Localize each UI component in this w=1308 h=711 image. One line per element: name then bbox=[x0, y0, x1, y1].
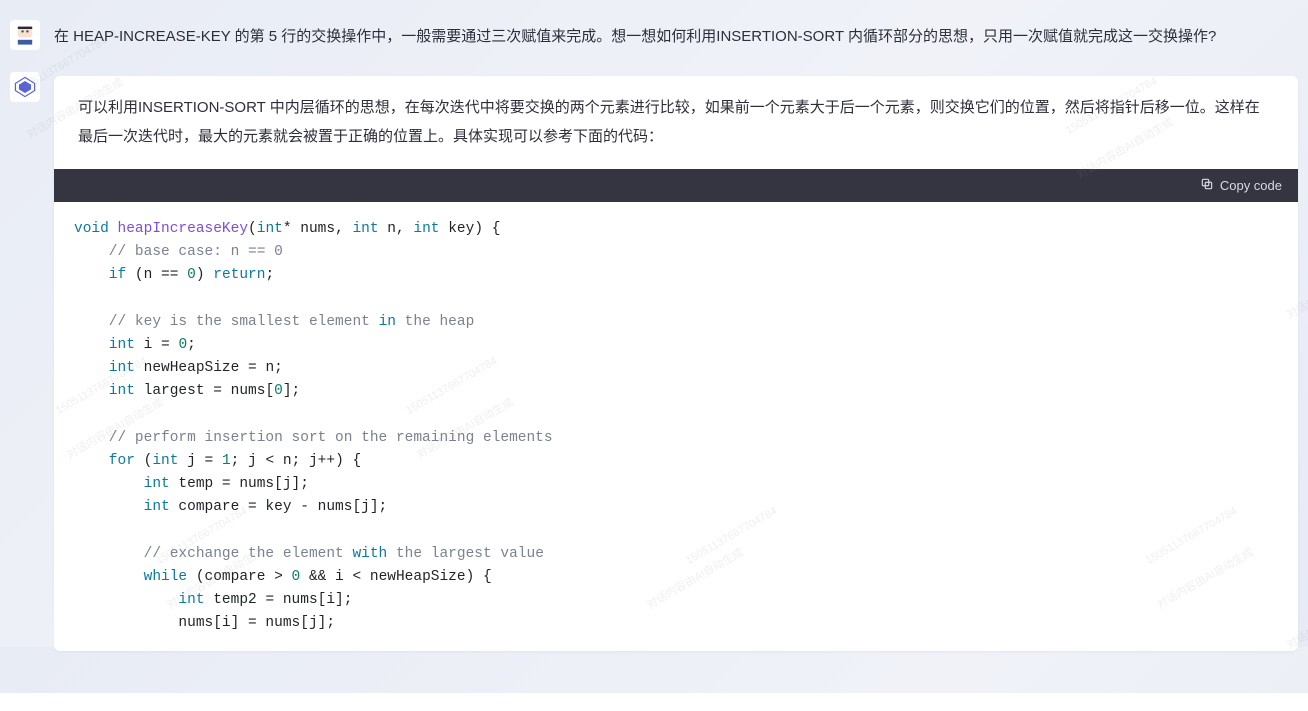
code-content[interactable]: void heapIncreaseKey(int* nums, int n, i… bbox=[54, 202, 1298, 651]
bot-avatar bbox=[10, 72, 40, 102]
copy-icon bbox=[1200, 177, 1214, 194]
user-message-text: 在 HEAP-INCREASE-KEY 的第 5 行的交换操作中，一般需要通过三… bbox=[54, 24, 1298, 50]
user-message-row: 在 HEAP-INCREASE-KEY 的第 5 行的交换操作中，一般需要通过三… bbox=[10, 20, 1298, 50]
chat-container: 在 HEAP-INCREASE-KEY 的第 5 行的交换操作中，一般需要通过三… bbox=[0, 0, 1308, 693]
code-block: Copy code void heapIncreaseKey(int* nums… bbox=[54, 169, 1298, 651]
bot-bubble: 可以利用INSERTION-SORT 中内层循环的思想，在每次迭代中将要交换的两… bbox=[54, 76, 1298, 651]
bot-message-row: 可以利用INSERTION-SORT 中内层循环的思想，在每次迭代中将要交换的两… bbox=[10, 72, 1298, 651]
copy-code-button[interactable]: Copy code bbox=[1200, 177, 1282, 194]
bot-message-text: 可以利用INSERTION-SORT 中内层循环的思想，在每次迭代中将要交换的两… bbox=[54, 76, 1298, 169]
code-header: Copy code bbox=[54, 169, 1298, 202]
user-avatar bbox=[10, 20, 40, 50]
bot-message-content: 可以利用INSERTION-SORT 中内层循环的思想，在每次迭代中将要交换的两… bbox=[54, 72, 1298, 651]
user-message-content: 在 HEAP-INCREASE-KEY 的第 5 行的交换操作中，一般需要通过三… bbox=[54, 20, 1298, 50]
copy-label: Copy code bbox=[1220, 178, 1282, 193]
